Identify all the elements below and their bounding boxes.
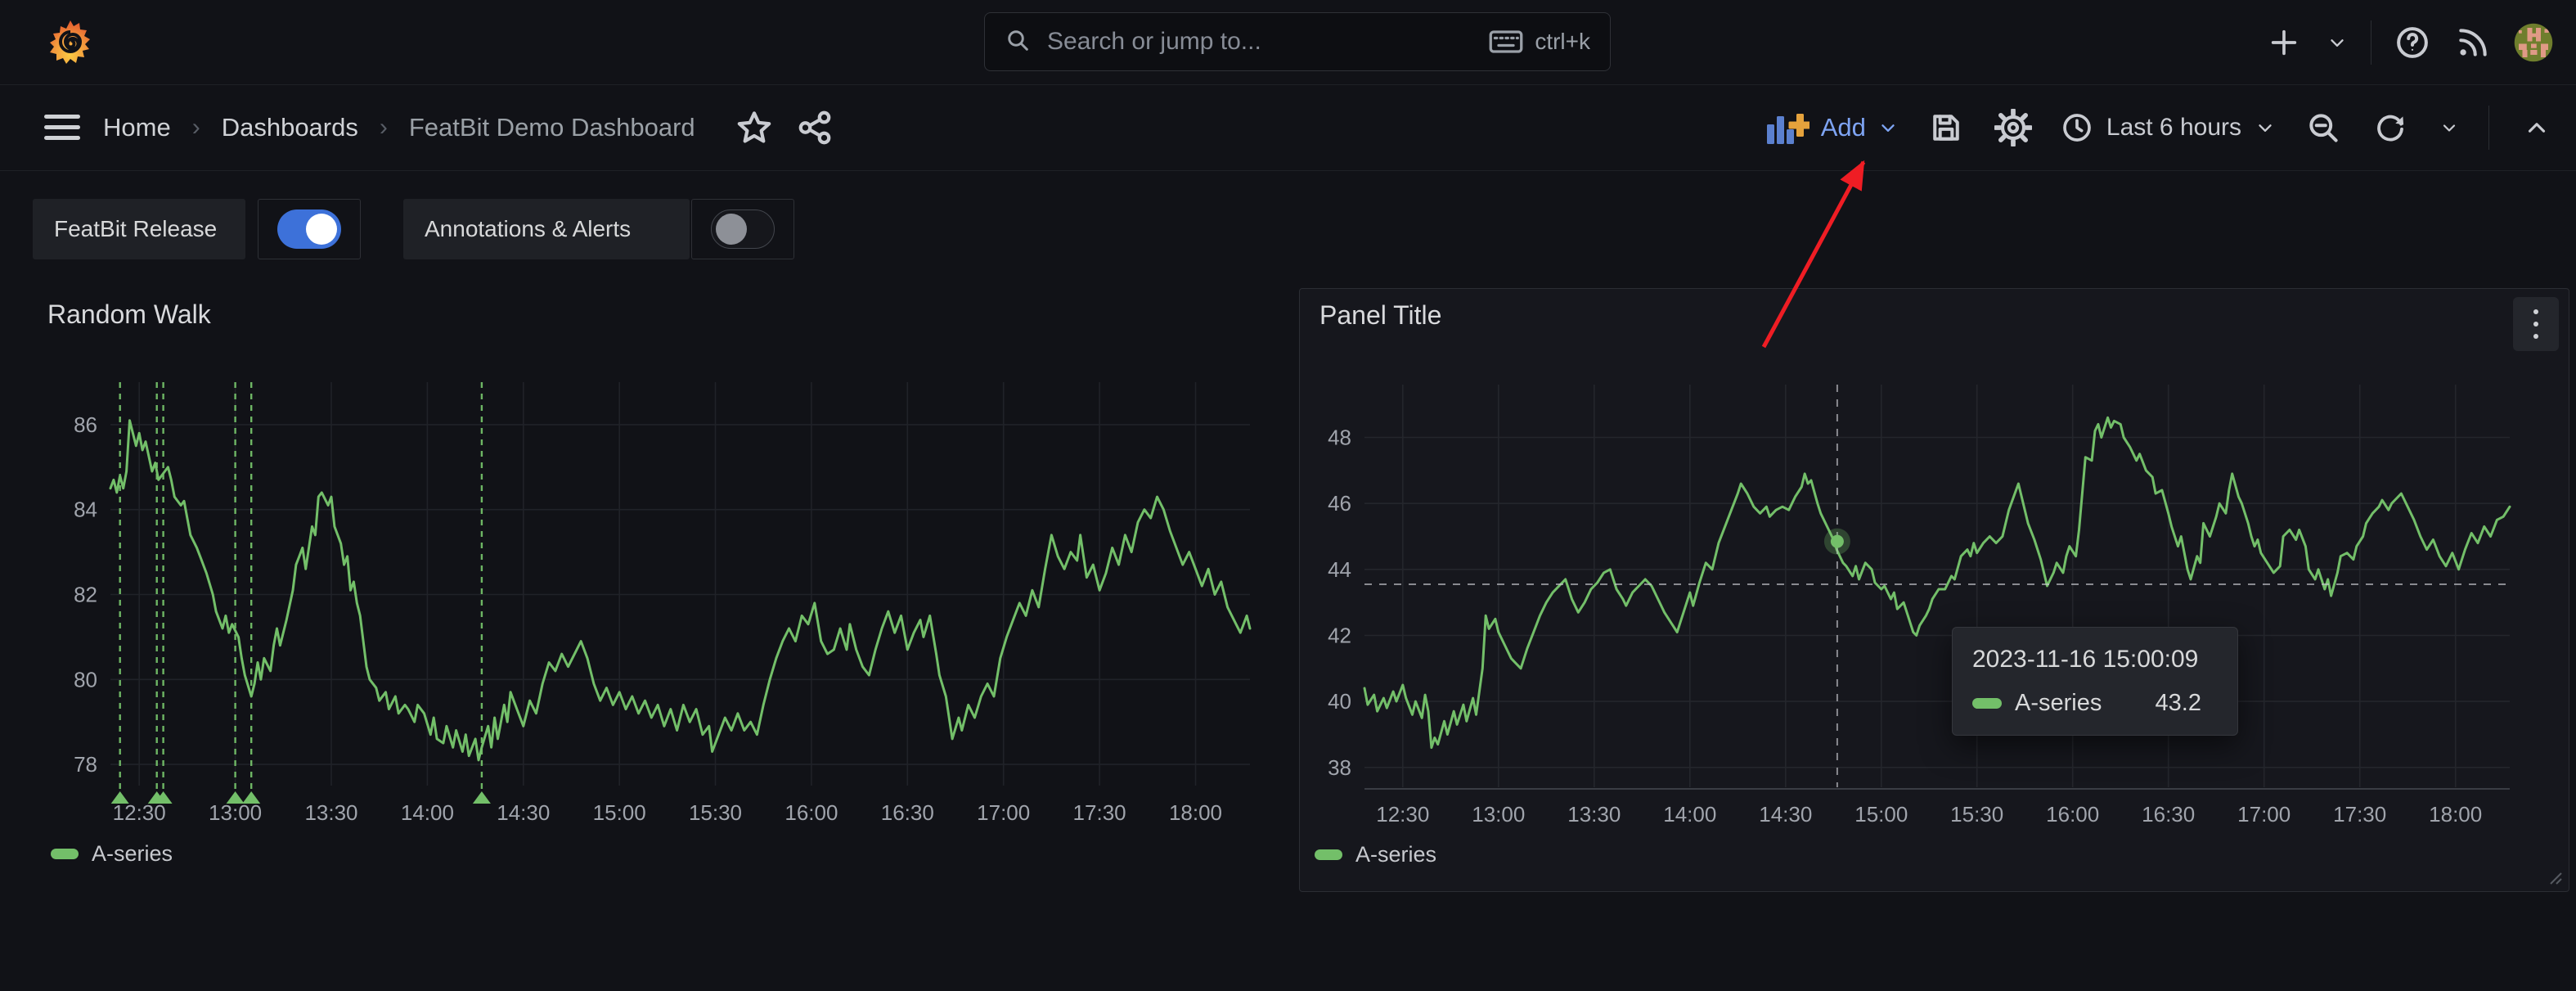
collapse-toolbar-chevron-up-icon[interactable] — [2517, 108, 2556, 147]
series-color-swatch — [51, 849, 79, 859]
svg-text:13:00: 13:00 — [1472, 802, 1525, 827]
svg-text:86: 86 — [74, 412, 97, 437]
legend-item-a-series[interactable]: A-series — [51, 841, 173, 867]
svg-text:14:00: 14:00 — [401, 800, 454, 825]
chart-tooltip: 2023-11-16 15:00:09 A-series 43.2 — [1952, 627, 2238, 736]
panel-resize-handle[interactable] — [2544, 867, 2564, 886]
series-color-swatch — [1315, 849, 1342, 860]
svg-text:15:00: 15:00 — [593, 800, 646, 825]
tooltip-series-swatch — [1972, 698, 2002, 709]
svg-text:78: 78 — [74, 752, 97, 777]
breadcrumb-home[interactable]: Home — [103, 113, 171, 142]
svg-text:14:30: 14:30 — [497, 800, 550, 825]
svg-text:12:30: 12:30 — [1376, 802, 1429, 827]
new-plus-icon[interactable] — [2264, 23, 2304, 62]
add-chevron-down-icon — [1877, 117, 1899, 138]
toolbar-actions: Add Last 6 hours — [1765, 85, 2556, 170]
legend-item-a-series[interactable]: A-series — [1315, 842, 1436, 867]
svg-text:13:00: 13:00 — [209, 800, 262, 825]
refresh-interval-chevron-icon[interactable] — [2438, 108, 2461, 147]
svg-text:12:30: 12:30 — [113, 800, 166, 825]
time-range-picker[interactable]: Last 6 hours — [2061, 111, 2276, 144]
svg-text:13:30: 13:30 — [304, 800, 357, 825]
refresh-icon[interactable] — [2371, 108, 2410, 147]
svg-text:40: 40 — [1328, 689, 1351, 714]
panel-title-panel: Panel Title 12:3013:0013:3014:0014:3015:… — [1299, 288, 2569, 892]
add-panel-icon — [1765, 110, 1809, 146]
tooltip-series-value: 43.2 — [2156, 690, 2201, 717]
zoom-out-icon[interactable] — [2304, 108, 2343, 147]
search-input[interactable] — [1045, 27, 1474, 56]
svg-text:17:00: 17:00 — [2237, 802, 2291, 827]
news-rss-icon[interactable] — [2453, 23, 2493, 62]
svg-text:13:30: 13:30 — [1567, 802, 1621, 827]
breadcrumb-separator-icon: › — [380, 114, 388, 142]
search-icon — [1005, 27, 1031, 57]
breadcrumb-current: FeatBit Demo Dashboard — [409, 113, 695, 142]
svg-text:17:00: 17:00 — [977, 800, 1030, 825]
svg-text:16:00: 16:00 — [2046, 802, 2099, 827]
svg-text:82: 82 — [74, 583, 97, 607]
svg-text:16:30: 16:30 — [2142, 802, 2195, 827]
share-icon[interactable] — [795, 108, 834, 147]
search-shortcut: ctrl+k — [1489, 29, 1590, 55]
annotations-alerts-label: Annotations & Alerts — [403, 199, 690, 259]
svg-text:17:30: 17:30 — [2333, 802, 2386, 827]
panel-title-random-walk[interactable]: Random Walk — [47, 300, 211, 330]
svg-text:15:30: 15:30 — [689, 800, 742, 825]
breadcrumb-dashboards[interactable]: Dashboards — [222, 113, 358, 142]
breadcrumb: Home › Dashboards › FeatBit Demo Dashboa… — [43, 85, 834, 170]
dashboard-settings-gear-icon[interactable] — [1994, 108, 2033, 147]
grafana-app: ctrl+k — [0, 0, 2576, 991]
favorite-star-icon[interactable] — [735, 108, 774, 147]
dashboard-toolbar: Home › Dashboards › FeatBit Demo Dashboa… — [0, 85, 2576, 171]
save-dashboard-icon[interactable] — [1926, 108, 1966, 147]
svg-text:80: 80 — [74, 667, 97, 691]
legend-label: A-series — [1355, 842, 1436, 867]
top-right-actions — [2264, 0, 2553, 84]
annotations-alerts-toggle[interactable] — [691, 199, 794, 259]
svg-text:16:00: 16:00 — [784, 800, 838, 825]
panel-title-chart[interactable]: 12:30 13:00 13:30 14:00 14:30 15:00 15:30 16:00… — [1300, 289, 2569, 891]
legend-label: A-series — [92, 841, 173, 867]
svg-text:44: 44 — [1328, 557, 1351, 582]
mega-menu-icon[interactable] — [43, 108, 82, 147]
svg-text:14:30: 14:30 — [1759, 802, 1812, 827]
grafana-logo-icon[interactable] — [47, 18, 93, 67]
svg-text:18:00: 18:00 — [1169, 800, 1222, 825]
tooltip-timestamp: 2023-11-16 15:00:09 — [1972, 646, 2218, 673]
svg-text:15:30: 15:30 — [1950, 802, 2003, 827]
svg-text:84: 84 — [74, 498, 97, 522]
user-avatar[interactable] — [2514, 23, 2553, 62]
tooltip-series-name: A-series — [2015, 690, 2102, 717]
svg-text:18:00: 18:00 — [2429, 802, 2482, 827]
help-icon[interactable] — [2393, 23, 2432, 62]
svg-text:46: 46 — [1328, 491, 1351, 516]
svg-text:38: 38 — [1328, 755, 1351, 780]
svg-text:48: 48 — [1328, 426, 1351, 450]
top-nav-bar: ctrl+k — [0, 0, 2576, 85]
toolbar-divider — [2488, 106, 2489, 150]
global-search: ctrl+k — [984, 12, 1611, 71]
featbit-release-toggle[interactable] — [258, 199, 361, 259]
add-panel-button[interactable]: Add — [1765, 110, 1899, 146]
svg-text:15:00: 15:00 — [1854, 802, 1908, 827]
svg-text:16:30: 16:30 — [881, 800, 934, 825]
new-chevron-down-icon[interactable] — [2325, 23, 2349, 62]
dashboard-controls: FeatBit Release Annotations & Alerts — [33, 199, 794, 259]
svg-text:42: 42 — [1328, 624, 1351, 648]
svg-text:14:00: 14:00 — [1663, 802, 1716, 827]
clock-icon — [2061, 111, 2093, 144]
breadcrumb-separator-icon: › — [192, 114, 200, 142]
random-walk-chart[interactable]: 12:30 13:00 13:30 14:00 14:30 15:00 15:30 16:00… — [0, 352, 1292, 908]
svg-text:17:30: 17:30 — [1073, 800, 1126, 825]
featbit-release-label: FeatBit Release — [33, 199, 245, 259]
time-chevron-down-icon — [2255, 117, 2276, 138]
